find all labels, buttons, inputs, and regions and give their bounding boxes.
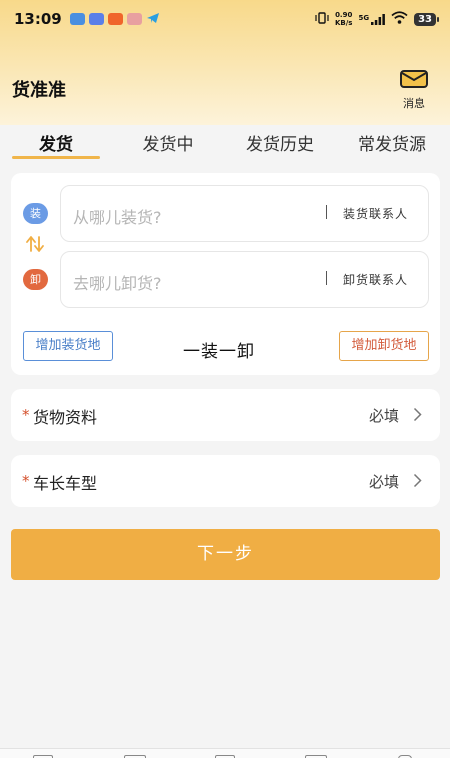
app-title: 货准准 [12,80,66,101]
app-notification-icon [126,13,142,25]
status-bar: 13:09 0.90 KB/s 5G 33 [0,0,450,38]
swap-icon[interactable] [25,235,45,257]
net-speed-value: 0.90 [335,11,353,19]
unload-address-field[interactable]: 去哪儿卸货? 卸货联系人 [60,251,429,308]
load-address-placeholder: 从哪儿装货? [73,208,162,227]
divider [326,271,327,285]
app-notification-icon [88,13,104,25]
envelope-icon [397,70,431,92]
unload-contact-button[interactable]: 卸货联系人 [343,271,408,288]
wifi-icon [391,10,408,28]
battery-indicator: 33 [414,12,439,26]
network-type: 5G [358,13,370,22]
truck-type-value: 必填 [369,473,400,491]
status-right: 0.90 KB/s 5G 33 [315,10,439,28]
tab-shipping[interactable]: 发货中 [124,128,212,162]
cargo-info-label: 货物资料 [33,408,98,427]
next-step-button[interactable]: 下一步 [11,529,440,580]
unload-badge: 卸 [23,269,48,290]
signal-5g-icon: 5G [358,13,385,25]
load-contact-button[interactable]: 装货联系人 [343,205,408,222]
active-tab-indicator [12,156,100,159]
message-button[interactable]: 消息 [397,70,431,111]
cargo-info-value: 必填 [369,407,400,425]
required-marker: * [22,472,30,490]
net-speed-unit: KB/s [334,19,353,27]
add-unload-location-button[interactable]: 增加卸货地 [339,331,429,361]
chevron-right-icon [413,473,422,492]
required-marker: * [22,406,30,424]
divider [326,205,327,219]
chevron-right-icon [413,407,422,426]
telegram-notification-icon [146,10,160,28]
add-load-location-button[interactable]: 增加装货地 [23,331,113,361]
truck-type-label: 车长车型 [33,474,98,493]
notification-icons [69,10,160,28]
status-time: 13:09 [14,10,62,28]
unload-address-placeholder: 去哪儿卸货? [73,274,162,293]
app-notification-icon [69,13,85,25]
taobao-notification-icon [107,13,123,25]
load-address-field[interactable]: 从哪儿装货? 装货联系人 [60,185,429,242]
route-card: 装 卸 从哪儿装货? 装货联系人 去哪儿卸货? 卸货联系人 增加装货地 一装一卸… [11,173,440,375]
tab-frequent-sources[interactable]: 常发货源 [346,128,438,162]
truck-type-row[interactable]: * 车长车型 必填 [11,455,440,507]
vibrate-icon [315,10,329,28]
load-unload-mode: 一装一卸 [183,342,255,362]
cargo-info-row[interactable]: * 货物资料 必填 [11,389,440,441]
tab-history[interactable]: 发货历史 [234,128,326,162]
message-label: 消息 [403,97,425,110]
load-badge: 装 [23,203,48,224]
net-speed: 0.90 KB/s [335,11,352,27]
bottom-navigation [0,748,450,758]
